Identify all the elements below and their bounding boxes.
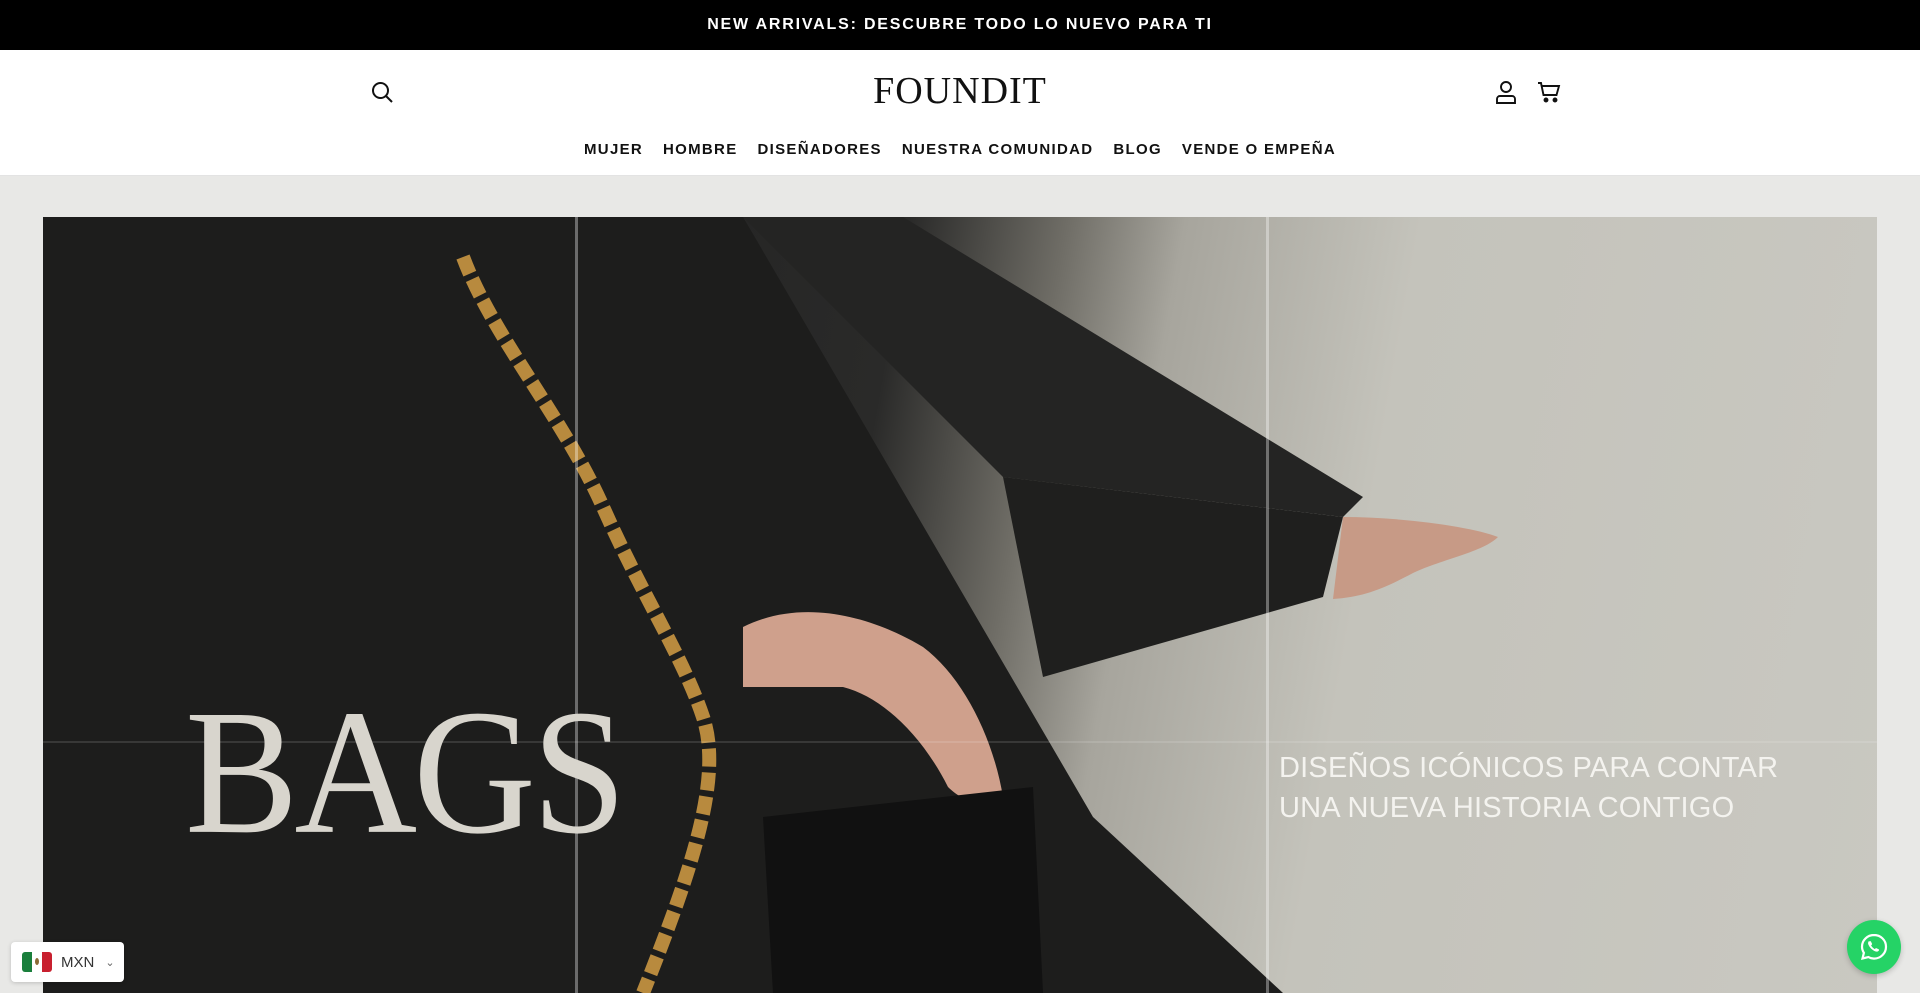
account-button[interactable]: [1493, 78, 1519, 106]
nav-item-disenadores[interactable]: DISEÑADORES: [748, 140, 892, 160]
whatsapp-icon: [1860, 933, 1888, 961]
user-icon: [1496, 81, 1516, 104]
hero-banner[interactable]: BAGS DISEÑOS ICÓNICOS PARA CONTAR UNA NU…: [43, 217, 1877, 993]
cart-button[interactable]: [1535, 78, 1563, 106]
currency-code: MXN: [61, 953, 95, 971]
nav-item-hombre[interactable]: HOMBRE: [653, 140, 747, 160]
nav-item-mujer[interactable]: MUJER: [574, 140, 653, 160]
cart-icon: [1538, 82, 1561, 103]
nav-item-vende-o-empena[interactable]: VENDE O EMPEÑA: [1172, 140, 1346, 160]
hero-photo: [43, 217, 1498, 993]
main-navigation: MUJER HOMBRE DISEÑADORES NUESTRA COMUNID…: [0, 140, 1920, 160]
hero-crease: [575, 217, 578, 993]
nav-item-nuestra-comunidad[interactable]: NUESTRA COMUNIDAD: [892, 140, 1104, 160]
mexico-flag-icon: [22, 952, 52, 972]
whatsapp-button[interactable]: [1847, 920, 1901, 974]
hero-section: BAGS DISEÑOS ICÓNICOS PARA CONTAR UNA NU…: [0, 176, 1920, 993]
site-header: FOUNDIT MUJER HOMBRE DISEÑADORES NUESTRA…: [0, 50, 1920, 176]
site-logo[interactable]: FOUNDIT: [860, 68, 1060, 114]
hero-crease: [1266, 217, 1269, 993]
search-button[interactable]: [368, 78, 396, 106]
hero-title: BAGS: [185, 673, 626, 871]
announcement-bar: NEW ARRIVALS: DESCUBRE TODO LO NUEVO PAR…: [0, 0, 1920, 50]
nav-item-blog[interactable]: BLOG: [1103, 140, 1172, 160]
currency-selector[interactable]: MXN ⌄: [11, 942, 124, 982]
hero-tagline: DISEÑOS ICÓNICOS PARA CONTAR UNA NUEVA H…: [1279, 752, 1779, 824]
announcement-text: NEW ARRIVALS: DESCUBRE TODO LO NUEVO PAR…: [707, 16, 1213, 33]
chevron-down-icon: ⌄: [105, 956, 115, 969]
search-icon: [372, 82, 393, 103]
